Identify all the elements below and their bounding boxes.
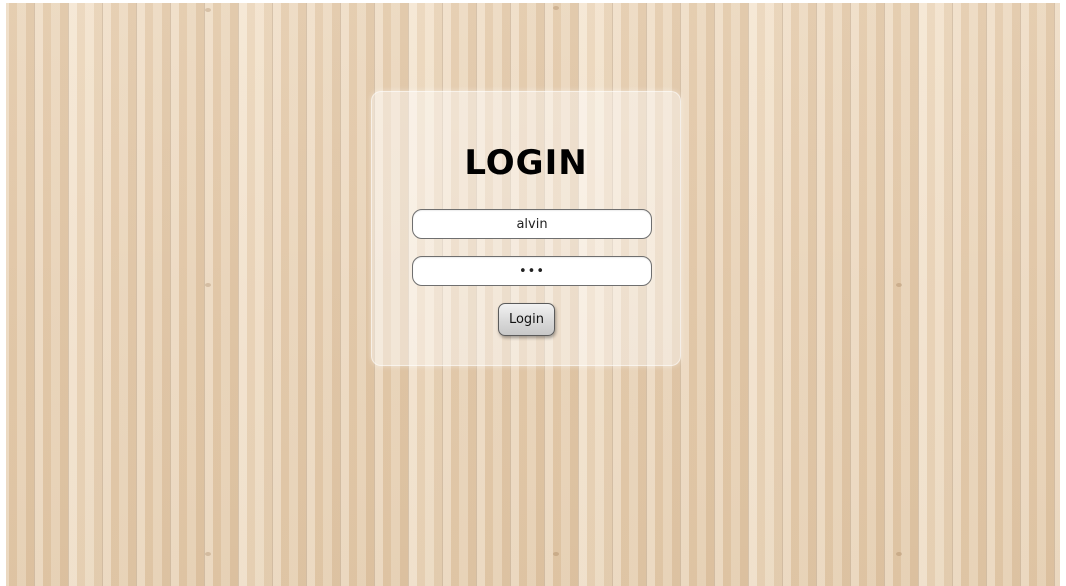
login-button[interactable]: Login xyxy=(498,303,555,336)
wood-knot xyxy=(553,6,559,10)
login-panel: LOGIN Login xyxy=(371,91,681,366)
login-title: LOGIN xyxy=(464,143,588,183)
wood-knot xyxy=(896,283,902,287)
password-input[interactable] xyxy=(412,256,652,286)
wood-knot xyxy=(896,552,902,556)
wood-knot xyxy=(553,552,559,556)
wood-knot xyxy=(205,283,211,287)
username-input[interactable] xyxy=(412,209,652,239)
wood-knot xyxy=(205,8,211,12)
wood-knot xyxy=(205,552,211,556)
